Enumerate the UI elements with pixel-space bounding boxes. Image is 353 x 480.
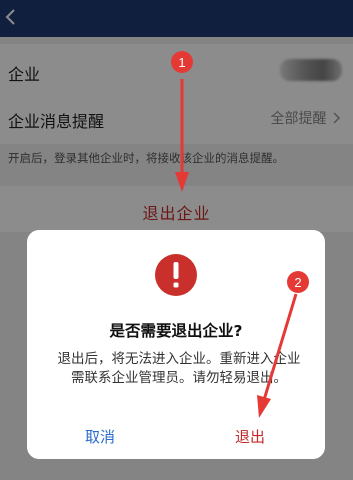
confirm-exit-button[interactable]: 退出 <box>235 426 265 447</box>
cancel-button[interactable]: 取消 <box>85 426 115 447</box>
dialog-message: 退出后，将无法进入企业。重新进入企业需联系企业管理员。请勿轻易退出。 <box>57 351 301 386</box>
exclamation-icon <box>155 254 197 296</box>
exit-confirm-dialog: 是否需要退出企业? 退出后，将无法进入企业。重新进入企业需联系企业管理员。请勿轻… <box>27 230 325 459</box>
dialog-title: 是否需要退出企业? <box>109 322 243 340</box>
